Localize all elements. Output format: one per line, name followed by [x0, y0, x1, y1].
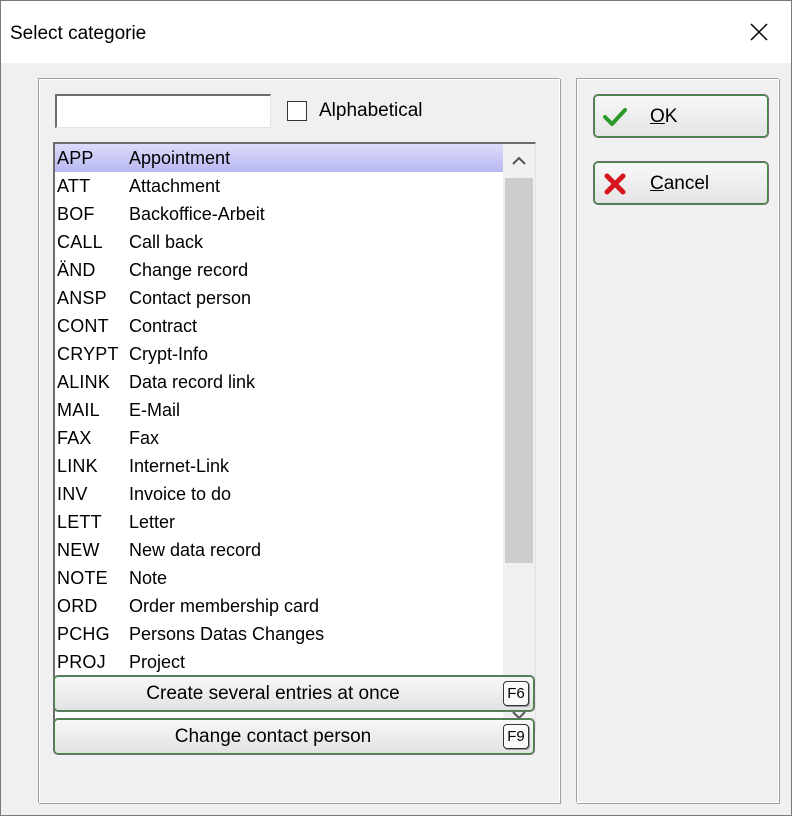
list-item-code: ORD — [57, 596, 98, 616]
list-item[interactable]: NOTE Note — [55, 564, 503, 592]
list-item[interactable]: ATT Attachment — [55, 172, 503, 200]
list-item-description: Appointment — [129, 148, 231, 168]
list-item-code: ALINK — [57, 372, 111, 392]
list-item[interactable]: MAIL E-Mail — [55, 396, 503, 424]
list-item-code: ÄND — [57, 260, 96, 280]
chevron-up-icon — [512, 156, 526, 165]
check-icon — [603, 108, 627, 126]
close-button[interactable] — [727, 1, 791, 63]
list-item-code: PCHG — [57, 624, 110, 644]
list-item[interactable]: CONT Contract — [55, 312, 503, 340]
list-item[interactable]: ANSP Contact person — [55, 284, 503, 312]
alphabetical-label: Alphabetical — [319, 100, 423, 121]
list-item-description: Call back — [129, 232, 204, 252]
ok-button[interactable]: OK — [593, 94, 769, 138]
list-item-description: Contact person — [129, 288, 252, 308]
list-item-description: Crypt-Info — [129, 344, 209, 364]
list-item-code: APP — [57, 148, 94, 168]
scroll-thumb[interactable] — [505, 178, 533, 563]
list-item[interactable]: CRYPT Crypt-Info — [55, 340, 503, 368]
list-item[interactable]: LINK Internet-Link — [55, 452, 503, 480]
title-bar[interactable]: Select categorie — [1, 1, 791, 63]
cancel-label: Cancel — [650, 173, 710, 194]
list-item[interactable]: CALL Call back — [55, 228, 503, 256]
create-several-entries-label: Create several entries at once — [146, 682, 400, 704]
category-list: APP Appointment ATT Attachment BOF Backoffice… — [55, 144, 503, 676]
search-input[interactable] — [55, 94, 271, 128]
list-item[interactable]: PROJ Project — [55, 648, 503, 676]
list-item-code: PROJ — [57, 652, 106, 672]
list-item[interactable]: BOF Backoffice-Arbeit — [55, 200, 503, 228]
list-item[interactable]: FAX Fax — [55, 424, 503, 452]
list-item-description: E-Mail — [129, 400, 181, 420]
change-contact-person-label: Change contact person — [174, 725, 372, 747]
list-item[interactable]: INV Invoice to do — [55, 480, 503, 508]
f9-key-badge: F9 — [503, 724, 529, 749]
vertical-scrollbar[interactable] — [503, 144, 535, 732]
list-item-description: Backoffice-Arbeit — [129, 204, 265, 224]
list-item[interactable]: NEW New data record — [55, 536, 503, 564]
list-item-code: LINK — [57, 456, 98, 476]
list-item[interactable]: LETT Letter — [55, 508, 503, 536]
list-item-code: NEW — [57, 540, 100, 560]
alphabetical-checkbox[interactable]: Alphabetical — [287, 98, 423, 124]
f6-key-badge: F6 — [503, 681, 529, 706]
list-item-code: CONT — [57, 316, 109, 336]
list-item-description: Fax — [129, 428, 160, 448]
list-item-description: Invoice to do — [129, 484, 232, 504]
list-item-code: FAX — [57, 428, 92, 448]
list-item-code: CALL — [57, 232, 103, 252]
list-item-description: Order membership card — [129, 596, 320, 616]
list-item-description: Internet-Link — [129, 456, 230, 476]
list-item-description: Note — [129, 568, 168, 588]
scroll-up-button[interactable] — [503, 144, 535, 178]
list-item[interactable]: ALINK Data record link — [55, 368, 503, 396]
list-item-code: ANSP — [57, 288, 107, 308]
list-item-description: Attachment — [129, 176, 221, 196]
alphabetical-checkbox-box[interactable] — [287, 101, 307, 121]
x-icon — [604, 173, 626, 195]
list-item-code: INV — [57, 484, 88, 504]
category-listbox[interactable]: APP Appointment ATT Attachment BOF Backoffice… — [53, 142, 536, 733]
list-item-description: New data record — [129, 540, 262, 560]
list-item[interactable]: APP Appointment — [55, 144, 503, 172]
dialog-window: Select categorie Alphabetical APP Appoint… — [0, 0, 792, 816]
list-item-description: Project — [129, 652, 186, 672]
close-icon — [750, 23, 768, 41]
list-item[interactable]: ORD Order membership card — [55, 592, 503, 620]
list-item-description: Letter — [129, 512, 176, 532]
list-item-code: NOTE — [57, 568, 108, 588]
list-item-code: CRYPT — [57, 344, 119, 364]
list-item-description: Data record link — [129, 372, 256, 392]
window-title: Select categorie — [10, 23, 147, 44]
list-item-description: Persons Datas Changes — [129, 624, 325, 644]
list-item-code: ATT — [57, 176, 91, 196]
list-item-description: Contract — [129, 316, 198, 336]
list-item[interactable]: ÄND Change record — [55, 256, 503, 284]
cancel-button[interactable]: Cancel — [593, 161, 769, 205]
list-item-code: BOF — [57, 204, 95, 224]
list-item-code: LETT — [57, 512, 102, 532]
list-item-code: MAIL — [57, 400, 100, 420]
ok-label: OK — [650, 106, 678, 127]
create-several-entries-button[interactable]: Create several entries at once F6 — [53, 675, 535, 712]
list-item-description: Change record — [129, 260, 249, 280]
change-contact-person-button[interactable]: Change contact person F9 — [53, 718, 535, 755]
list-item[interactable]: PCHG Persons Datas Changes — [55, 620, 503, 648]
